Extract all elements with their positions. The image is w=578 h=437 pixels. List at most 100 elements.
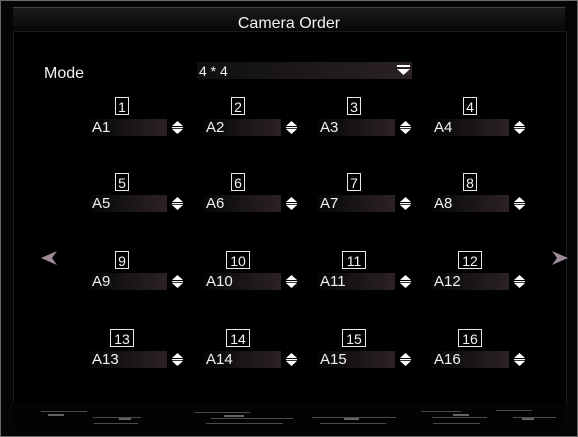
camera-slot: 1 A1 [89, 97, 184, 137]
camera-select-value: A2 [206, 119, 225, 136]
mode-value: 4 * 4 [199, 63, 228, 79]
up-down-spinner-icon[interactable] [285, 275, 298, 288]
camera-slot: 11 A11 [317, 251, 412, 291]
camera-select[interactable]: A7 [317, 195, 412, 212]
camera-select[interactable]: A16 [431, 351, 526, 368]
camera-select[interactable]: A14 [203, 351, 298, 368]
camera-position-number: 5 [115, 173, 129, 191]
mode-select[interactable]: 4 * 4 [197, 62, 412, 79]
camera-select[interactable]: A10 [203, 273, 298, 290]
camera-position-number: 6 [231, 173, 245, 191]
up-down-spinner-icon[interactable] [171, 121, 184, 134]
arrow-right-icon[interactable] [550, 249, 570, 267]
camera-slot: 13 A13 [89, 329, 184, 369]
up-down-spinner-icon[interactable] [513, 275, 526, 288]
camera-position-number: 4 [463, 97, 477, 115]
camera-select[interactable]: A4 [431, 119, 526, 136]
blurred-footer-mark [48, 414, 64, 416]
up-down-spinner-icon[interactable] [285, 353, 298, 366]
camera-position-number: 11 [342, 251, 366, 269]
camera-select-value: A5 [92, 195, 111, 212]
blurred-footer-mark [224, 415, 244, 417]
camera-select[interactable]: A6 [203, 195, 298, 212]
camera-slot: 4 A4 [431, 97, 526, 137]
blurred-footer-line [513, 417, 556, 418]
blurred-footer-line [93, 417, 141, 418]
up-down-spinner-icon[interactable] [513, 353, 526, 366]
blurred-footer-line [433, 423, 480, 424]
camera-select-value: A1 [92, 119, 111, 136]
camera-slot: 3 A3 [317, 97, 412, 137]
camera-position-number: 3 [347, 97, 361, 115]
camera-slot: 7 A7 [317, 173, 412, 213]
up-down-spinner-icon[interactable] [171, 275, 184, 288]
camera-select[interactable]: A9 [89, 273, 184, 290]
camera-select[interactable]: A13 [89, 351, 184, 368]
blurred-footer-mark [119, 418, 131, 420]
camera-slot: 6 A6 [203, 173, 298, 213]
camera-select[interactable]: A3 [317, 119, 412, 136]
camera-select-value: A10 [206, 273, 233, 290]
up-down-spinner-icon[interactable] [171, 353, 184, 366]
camera-select[interactable]: A5 [89, 195, 184, 212]
camera-position-number: 9 [115, 251, 129, 269]
camera-select-value: A16 [434, 351, 461, 368]
blurred-footer-mark [453, 414, 469, 416]
up-down-spinner-icon[interactable] [399, 197, 412, 210]
blurred-footer-line [496, 410, 532, 411]
blurred-footer-line [41, 411, 87, 412]
mode-label: Mode [44, 65, 85, 82]
blurred-footer-line [320, 423, 386, 424]
camera-select[interactable]: A12 [431, 273, 526, 290]
camera-select-value: A11 [320, 273, 346, 290]
up-down-spinner-icon[interactable] [285, 197, 298, 210]
camera-select-value: A7 [320, 195, 339, 212]
blurred-footer-mark [344, 418, 359, 420]
camera-select[interactable]: A8 [431, 195, 526, 212]
camera-order-window: Camera Order Mode 4 * 4 1 A1 2 A2 3 A3 4 A4 5 A5 6… [0, 0, 578, 437]
camera-select[interactable]: A15 [317, 351, 412, 368]
up-down-spinner-icon[interactable] [513, 121, 526, 134]
blurred-footer-line [194, 412, 250, 413]
up-down-spinner-icon[interactable] [399, 353, 412, 366]
camera-position-number: 1 [115, 97, 129, 115]
camera-slot: 9 A9 [89, 251, 184, 291]
up-down-spinner-icon[interactable] [399, 121, 412, 134]
up-down-spinner-icon[interactable] [513, 197, 526, 210]
chevron-down-icon [397, 65, 410, 75]
up-down-spinner-icon[interactable] [171, 197, 184, 210]
blurred-footer-mark [522, 418, 534, 420]
camera-position-number: 13 [110, 329, 134, 347]
camera-select[interactable]: A2 [203, 119, 298, 136]
arrow-left-icon[interactable] [39, 249, 59, 267]
camera-position-number: 12 [458, 251, 482, 269]
up-down-spinner-icon[interactable] [285, 121, 298, 134]
camera-select-value: A6 [206, 195, 225, 212]
blurred-footer-line [211, 418, 293, 419]
camera-slot: 15 A15 [317, 329, 412, 369]
blurred-footer-line [421, 411, 461, 412]
camera-slot: 8 A8 [431, 173, 526, 213]
camera-position-number: 16 [458, 329, 482, 347]
camera-slot: 16 A16 [431, 329, 526, 369]
camera-select-value: A14 [206, 351, 233, 368]
camera-position-number: 14 [226, 329, 250, 347]
camera-position-number: 8 [463, 173, 477, 191]
blurred-footer-line [206, 423, 283, 424]
camera-select-value: A12 [434, 273, 461, 290]
camera-select-value: A13 [92, 351, 119, 368]
camera-slot: 14 A14 [203, 329, 298, 369]
up-down-spinner-icon[interactable] [399, 275, 412, 288]
blurred-footer-line [94, 423, 138, 424]
camera-slot: 10 A10 [203, 251, 298, 291]
camera-position-number: 15 [342, 329, 366, 347]
camera-slot: 12 A12 [431, 251, 526, 291]
title-bar: Camera Order [13, 7, 565, 33]
camera-position-number: 10 [226, 251, 250, 269]
camera-slot: 5 A5 [89, 173, 184, 213]
camera-select[interactable]: A1 [89, 119, 184, 136]
camera-select[interactable]: A11 [317, 273, 412, 290]
camera-select-value: A8 [434, 195, 453, 212]
blurred-footer [13, 402, 565, 430]
blurred-footer-line [432, 417, 487, 418]
